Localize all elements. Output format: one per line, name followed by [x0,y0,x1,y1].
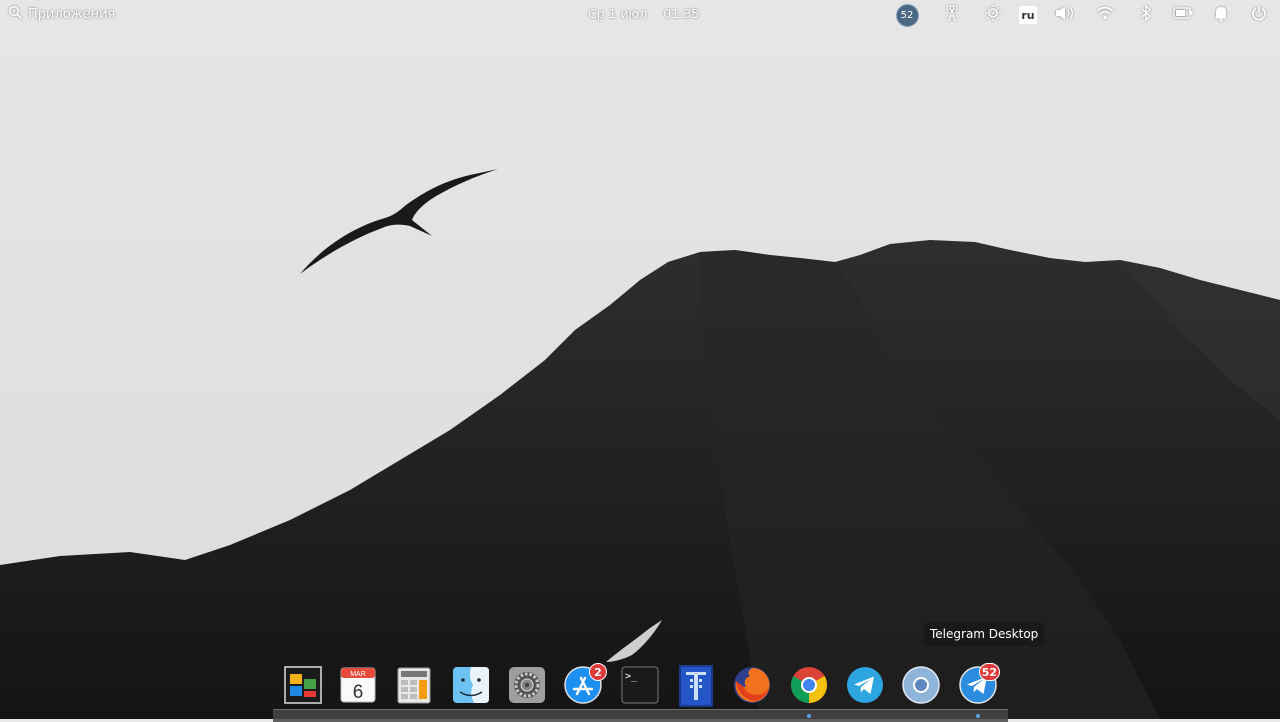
bluetooth-icon [1140,4,1152,26]
dock-item-calculator[interactable] [394,665,434,705]
wifi-icon [1096,6,1114,24]
telegram-icon [847,667,883,703]
volume-icon [1054,4,1076,26]
messages-count-badge: 52 [895,3,919,27]
calendar-icon: MAR 6 [340,667,376,703]
calculator-icon [397,667,431,704]
dock-background [273,709,1008,722]
dock-item-calendar[interactable]: MAR 6 [338,665,378,705]
bluetooth-indicator[interactable] [1133,3,1159,27]
gear-icon [509,667,545,703]
top-panel: Приложения Ср 1 июл 01:35 52 ru [0,0,1280,28]
dock-item-chrome[interactable] [789,665,829,705]
dock-tooltip: Telegram Desktop [924,622,1045,646]
wifi-indicator[interactable] [1092,3,1118,27]
terminal-prompt: >_ [625,671,638,682]
app-store-update-badge: 2 [589,663,607,681]
windows-tiles-icon [284,666,322,704]
dock-item-telegram[interactable] [845,665,885,705]
telegram-unread-badge: 52 [978,663,1000,681]
terminal-icon: >_ [621,666,659,704]
typora-icon [679,665,713,707]
notifications-indicator[interactable] [1208,3,1234,27]
messaging-indicator[interactable]: 52 [894,3,920,27]
dock-item-firefox[interactable] [732,665,772,705]
dock-item-file-manager[interactable] [283,665,323,705]
network-tower-indicator[interactable] [939,3,965,27]
power-battery-indicator[interactable] [1170,3,1196,27]
running-indicator-dot [976,714,980,718]
sound-indicator[interactable] [1052,3,1078,27]
keyboard-layout-indicator[interactable]: ru [1015,3,1041,27]
session-indicator[interactable] [1246,3,1272,27]
antenna-icon [944,4,960,26]
calendar-day: 6 [353,682,364,703]
desktop-wallpaper [0,0,1280,719]
dock-item-terminal[interactable]: >_ [620,665,660,705]
battery-icon [1173,7,1193,23]
power-icon [1251,5,1267,25]
dock-item-telegram-desktop[interactable]: 52 [958,663,1000,705]
running-indicator-dot [807,714,811,718]
night-light-indicator[interactable] [980,3,1006,27]
dock-item-system-settings[interactable] [507,665,547,705]
dock-item-typora[interactable] [676,665,716,707]
keyboard-layout-label: ru [1019,6,1037,24]
firefox-icon [734,667,770,703]
dock-item-chromium[interactable] [901,665,941,705]
calendar-month: MAR [350,671,366,678]
chrome-icon [790,667,828,703]
chromium-icon [902,666,940,704]
brightness-icon [984,4,1002,26]
indicator-area: 52 ru [0,3,1280,27]
bell-icon [1213,4,1229,26]
finder-face-icon [453,667,489,703]
dock-item-finder[interactable] [451,665,491,705]
dock-item-app-store[interactable]: 2 [563,663,607,705]
